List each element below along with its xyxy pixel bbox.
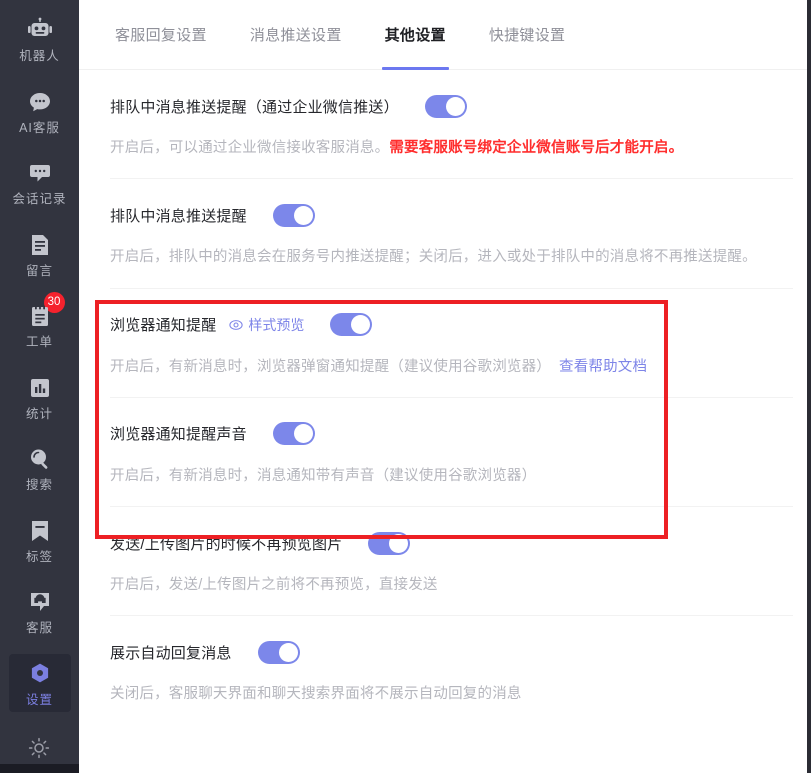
gear-hex-icon bbox=[27, 661, 53, 687]
chat-bubble-icon bbox=[27, 89, 53, 115]
settings-tabbar: 客服回复设置 消息推送设置 其他设置 快捷键设置 bbox=[79, 0, 807, 70]
setting-row: 发送/上传图片的时候不再预览图片 开启后，发送/上传图片之前将不再预览，直接发送 bbox=[110, 507, 793, 617]
style-preview-link[interactable]: 样式预览 bbox=[229, 315, 304, 335]
toggle-knob bbox=[278, 642, 298, 662]
setting-row-header: 浏览器通知提醒 样式预览 bbox=[110, 312, 793, 338]
setting-description-text: 开启后，发送/上传图片之前将不再预览，直接发送 bbox=[110, 577, 438, 594]
setting-row-header: 发送/上传图片的时候不再预览图片 bbox=[110, 530, 793, 556]
sidebar-item-tickets[interactable]: 30 工单 bbox=[9, 292, 71, 355]
setting-toggle[interactable] bbox=[257, 640, 300, 664]
sidebar-item-label: 工单 bbox=[25, 335, 53, 349]
setting-toggle[interactable] bbox=[272, 203, 315, 227]
tab-other-settings[interactable]: 其他设置 bbox=[381, 0, 450, 70]
sidebar-item-agents[interactable]: 客服 bbox=[9, 582, 71, 641]
setting-toggle[interactable] bbox=[368, 531, 411, 555]
setting-row: 展示自动回复消息 关闭后，客服聊天界面和聊天搜索界面将不展示自动回复的消息 bbox=[110, 616, 793, 724]
toggle-knob bbox=[293, 424, 313, 444]
setting-title: 排队中消息推送提醒（通过企业微信推送） bbox=[110, 98, 399, 116]
eye-icon bbox=[229, 318, 244, 332]
setting-row-header: 排队中消息推送提醒（通过企业微信推送） bbox=[110, 93, 793, 119]
sidebar-item-tags[interactable]: 标签 bbox=[9, 511, 71, 570]
search-icon bbox=[27, 446, 53, 472]
sidebar-item-robot[interactable]: 机器人 bbox=[9, 10, 71, 69]
setting-title: 浏览器通知提醒声音 bbox=[110, 426, 247, 444]
help-doc-link[interactable]: 查看帮助文档 bbox=[559, 359, 647, 375]
tab-label: 客服回复设置 bbox=[115, 27, 207, 44]
setting-row: 浏览器通知提醒声音 开启后，有新消息时，消息通知带有声音（建议使用谷歌浏览器） bbox=[110, 398, 793, 508]
sidebar-item-label: 统计 bbox=[25, 406, 53, 421]
setting-row: 浏览器通知提醒 样式预览 开启后，有新消息时，浏览器弹窗通知提醒（建议使用谷歌浏… bbox=[110, 289, 793, 398]
robot-icon bbox=[27, 17, 53, 43]
setting-row-header: 展示自动回复消息 bbox=[110, 639, 793, 665]
document-lines-icon bbox=[27, 232, 53, 258]
headset-icon bbox=[27, 589, 53, 615]
setting-toggle[interactable] bbox=[272, 422, 315, 446]
tab-agent-reply-settings[interactable]: 客服回复设置 bbox=[115, 0, 207, 70]
sidebar-item-settings[interactable]: 设置 bbox=[8, 653, 71, 712]
setting-description: 开启后，可以通过企业微信接收客服消息。需要客服账号绑定企业微信账号后才能开启。 bbox=[110, 138, 793, 158]
setting-description: 开启后，有新消息时，消息通知带有声音（建议使用谷歌浏览器） bbox=[110, 466, 793, 486]
sidebar-item-label: 客服 bbox=[25, 621, 53, 635]
bar-chart-icon bbox=[27, 375, 53, 401]
setting-row-header: 排队中消息推送提醒 bbox=[110, 202, 793, 228]
sidebar-item-label: 会话记录 bbox=[12, 192, 67, 206]
tab-shortcut-settings[interactable]: 快捷键设置 bbox=[489, 0, 566, 70]
sidebar-item-search[interactable]: 搜索 bbox=[9, 439, 71, 498]
clipboard-icon bbox=[27, 303, 53, 329]
sidebar-item-label: AI客服 bbox=[19, 120, 60, 135]
sidebar-item-messages[interactable]: 留言 bbox=[9, 225, 71, 284]
setting-description: 关闭后，客服聊天界面和聊天搜索界面将不展示自动回复的消息 bbox=[110, 684, 793, 704]
sidebar-item-label: 搜索 bbox=[25, 478, 53, 492]
setting-warning-text: 需要客服账号绑定企业微信账号后才能开启。 bbox=[389, 140, 684, 156]
sidebar-item-label: 设置 bbox=[25, 692, 53, 707]
setting-description-text: 开启后，可以通过企业微信接收客服消息。 bbox=[110, 140, 390, 156]
setting-title: 展示自动回复消息 bbox=[110, 644, 232, 662]
toggle-knob bbox=[351, 315, 371, 335]
settings-list: 排队中消息推送提醒（通过企业微信推送） 开启后，可以通过企业微信接收客服消息。需… bbox=[79, 70, 807, 725]
sidebar-item-chat-history[interactable]: 会话记录 bbox=[9, 153, 71, 212]
sidebar-item-label: 机器人 bbox=[19, 49, 60, 63]
tab-label: 快捷键设置 bbox=[488, 27, 566, 44]
sidebar-item-label: 留言 bbox=[25, 263, 53, 278]
setting-toggle[interactable] bbox=[424, 94, 467, 118]
tab-message-push-settings[interactable]: 消息推送设置 bbox=[250, 0, 342, 70]
tab-label: 消息推送设置 bbox=[249, 27, 342, 44]
setting-title: 发送/上传图片的时候不再预览图片 bbox=[110, 535, 343, 553]
setting-description-text: 关闭后，客服聊天界面和聊天搜索界面将不展示自动回复的消息 bbox=[110, 686, 522, 703]
sidebar-bottom-strip bbox=[0, 764, 79, 773]
sidebar-item-statistics[interactable]: 统计 bbox=[9, 368, 71, 427]
toggle-knob bbox=[389, 533, 409, 553]
sidebar-item-label: 标签 bbox=[25, 549, 53, 564]
setting-title: 排队中消息推送提醒 bbox=[110, 207, 247, 225]
main-content: 客服回复设置 消息推送设置 其他设置 快捷键设置 排队中消息推送提醒（通过企业微… bbox=[79, 0, 811, 773]
tab-label: 其他设置 bbox=[384, 27, 446, 44]
bookmark-icon bbox=[27, 518, 53, 544]
setting-description: 开启后，有新消息时，浏览器弹窗通知提醒（建议使用谷歌浏览器） 查看帮助文档 bbox=[110, 357, 793, 377]
setting-description-text: 开启后，有新消息时，消息通知带有声音（建议使用谷歌浏览器） bbox=[110, 467, 537, 484]
setting-description: 开启后，发送/上传图片之前将不再预览，直接发送 bbox=[110, 575, 793, 595]
toggle-knob bbox=[293, 205, 313, 225]
setting-row: 排队中消息推送提醒（通过企业微信推送） 开启后，可以通过企业微信接收客服消息。需… bbox=[110, 70, 793, 180]
message-dots-icon bbox=[27, 160, 53, 186]
setting-description-text: 开启后，有新消息时，浏览器弹窗通知提醒（建议使用谷歌浏览器） bbox=[110, 358, 551, 375]
app-window: 机器人 AI客服 会话记录 留言 30 工单 统计 搜索 标签 客服 设置 客服… bbox=[0, 0, 811, 773]
left-sidebar: 机器人 AI客服 会话记录 留言 30 工单 统计 搜索 标签 客服 设置 bbox=[0, 0, 79, 773]
toggle-knob bbox=[445, 96, 465, 116]
setting-row: 排队中消息推送提醒 开启后，排队中的消息会在服务号内推送提醒；关闭后，进入或处于… bbox=[110, 179, 793, 289]
setting-toggle[interactable] bbox=[330, 313, 373, 337]
setting-row-header: 浏览器通知提醒声音 bbox=[110, 421, 793, 447]
setting-title: 浏览器通知提醒 bbox=[110, 317, 217, 335]
setting-description: 开启后，排队中的消息会在服务号内推送提醒；关闭后，进入或处于排队中的消息将不再推… bbox=[110, 247, 793, 267]
brightness-toggle[interactable] bbox=[9, 729, 71, 768]
sidebar-item-ai-service[interactable]: AI客服 bbox=[9, 82, 71, 141]
brightness-sun-icon bbox=[27, 736, 53, 762]
style-preview-label: 样式预览 bbox=[248, 316, 305, 333]
setting-description-text: 开启后，排队中的消息会在服务号内推送提醒；关闭后，进入或处于排队中的消息将不再推… bbox=[110, 249, 757, 266]
